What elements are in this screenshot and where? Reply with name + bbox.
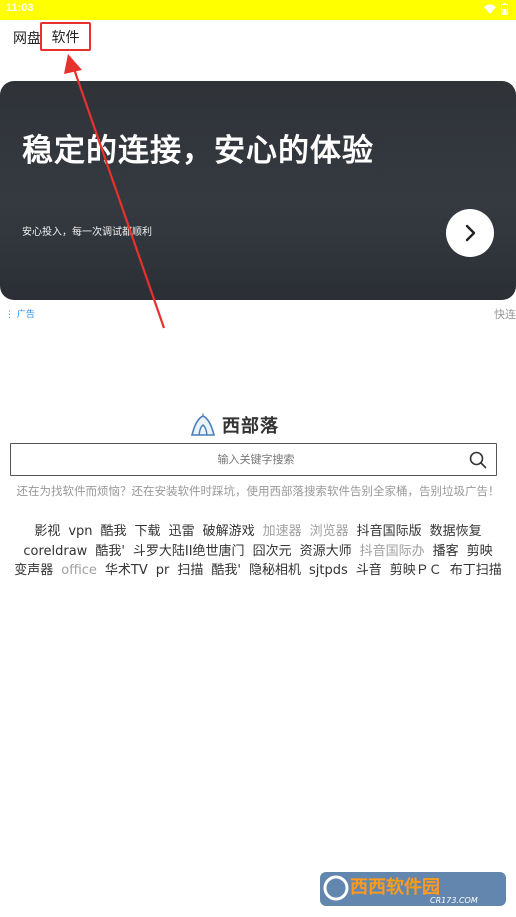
ad-label[interactable]: ⋮ 广告 [5, 307, 35, 320]
wifi-icon [484, 3, 496, 20]
keyword-link[interactable]: 扫描 [177, 561, 203, 581]
keyword-link[interactable]: 隐秘相机 [249, 561, 301, 581]
status-icons [484, 3, 508, 20]
keyword-link[interactable]: 剪映ＰＣ [390, 561, 442, 581]
keyword-link[interactable]: 下载 [135, 522, 161, 542]
tab-software[interactable]: 软件 [40, 22, 91, 51]
search-button[interactable] [468, 450, 488, 470]
tab-netdisk[interactable]: 网盘 [13, 28, 41, 48]
banner-ad[interactable]: 稳定的连接，安心的体验 安心投入，每一次调试都顺利 [0, 81, 516, 300]
keyword-link[interactable]: 斗音 [356, 561, 382, 581]
search-box [10, 443, 497, 476]
status-time: 11:03 [6, 2, 34, 14]
keyword-link[interactable]: vpn [68, 522, 92, 542]
keyword-link[interactable]: 加速器 [263, 522, 302, 542]
keyword-link[interactable]: 抖音国际版 [357, 522, 422, 542]
keyword-link[interactable]: 资源大师 [300, 542, 352, 562]
watermark-logo: 西西软件园 CR173.COM [318, 866, 508, 910]
watermark-brand: 西西软件园 [350, 876, 440, 898]
banner-subtitle: 安心投入，每一次调试都顺利 [22, 227, 152, 238]
search-input[interactable] [11, 444, 461, 475]
watermark-graphic: 西西软件园 CR173.COM [320, 872, 506, 906]
tent-icon [190, 413, 216, 436]
keyword-link[interactable]: 迅雷 [169, 522, 195, 542]
keyword-link[interactable]: 酷我' [95, 542, 125, 562]
ad-advertiser[interactable]: 快连 [494, 306, 516, 322]
keyword-link[interactable]: 囧次元 [253, 542, 292, 562]
logo-text: 西部落 [222, 416, 279, 437]
keyword-link[interactable]: 变声器 [14, 561, 53, 581]
keyword-link[interactable]: 影视 [34, 522, 60, 542]
battery-icon [501, 3, 508, 20]
keyword-link[interactable]: 斗罗大陆II绝世唐门 [133, 542, 245, 562]
ad-label-text: 广告 [16, 310, 35, 320]
chevron-right-icon [465, 224, 476, 242]
top-tabs: 网盘 软件 [0, 22, 516, 56]
keyword-link[interactable]: 剪映 [467, 542, 493, 562]
keyword-link[interactable]: 数据恢复 [430, 522, 482, 542]
search-tip: 还在为找软件而烦恼？还在安装软件时踩坑，使用西部落搜索软件告别全家桶，告别垃圾广… [16, 484, 500, 498]
keyword-link[interactable]: office [61, 561, 97, 581]
keyword-link[interactable]: 浏览器 [310, 522, 349, 542]
keyword-link[interactable]: sjtpds [309, 561, 348, 581]
banner-title: 稳定的连接，安心的体验 [22, 133, 374, 169]
tab-software-label: 软件 [51, 29, 80, 46]
keyword-link[interactable]: pr [156, 561, 170, 581]
keyword-link[interactable]: 抖音国际办 [360, 542, 425, 562]
banner-arrow-button[interactable] [446, 209, 494, 257]
keyword-link[interactable]: 酷我 [101, 522, 127, 542]
keyword-link[interactable]: 破解游戏 [203, 522, 255, 542]
keyword-link[interactable]: 播客 [433, 542, 459, 562]
site-logo: 西部落 [190, 412, 279, 438]
keyword-link[interactable]: 酷我' [211, 561, 241, 581]
ad-info-row: ⋮ 广告 快连 [0, 306, 516, 322]
keyword-link[interactable]: 华术TV [105, 561, 148, 581]
status-bar: 11:03 [0, 0, 516, 20]
watermark-domain: CR173.COM [430, 896, 478, 905]
keyword-link[interactable]: coreldraw [23, 542, 87, 562]
hot-keywords: 影视 vpn 酷我 下载 迅雷 破解游戏 加速器 浏览器 抖音国际版 数据恢复 coreldraw 酷… [6, 522, 510, 581]
keyword-link[interactable]: 布丁扫描 [450, 561, 502, 581]
search-icon [469, 451, 487, 469]
